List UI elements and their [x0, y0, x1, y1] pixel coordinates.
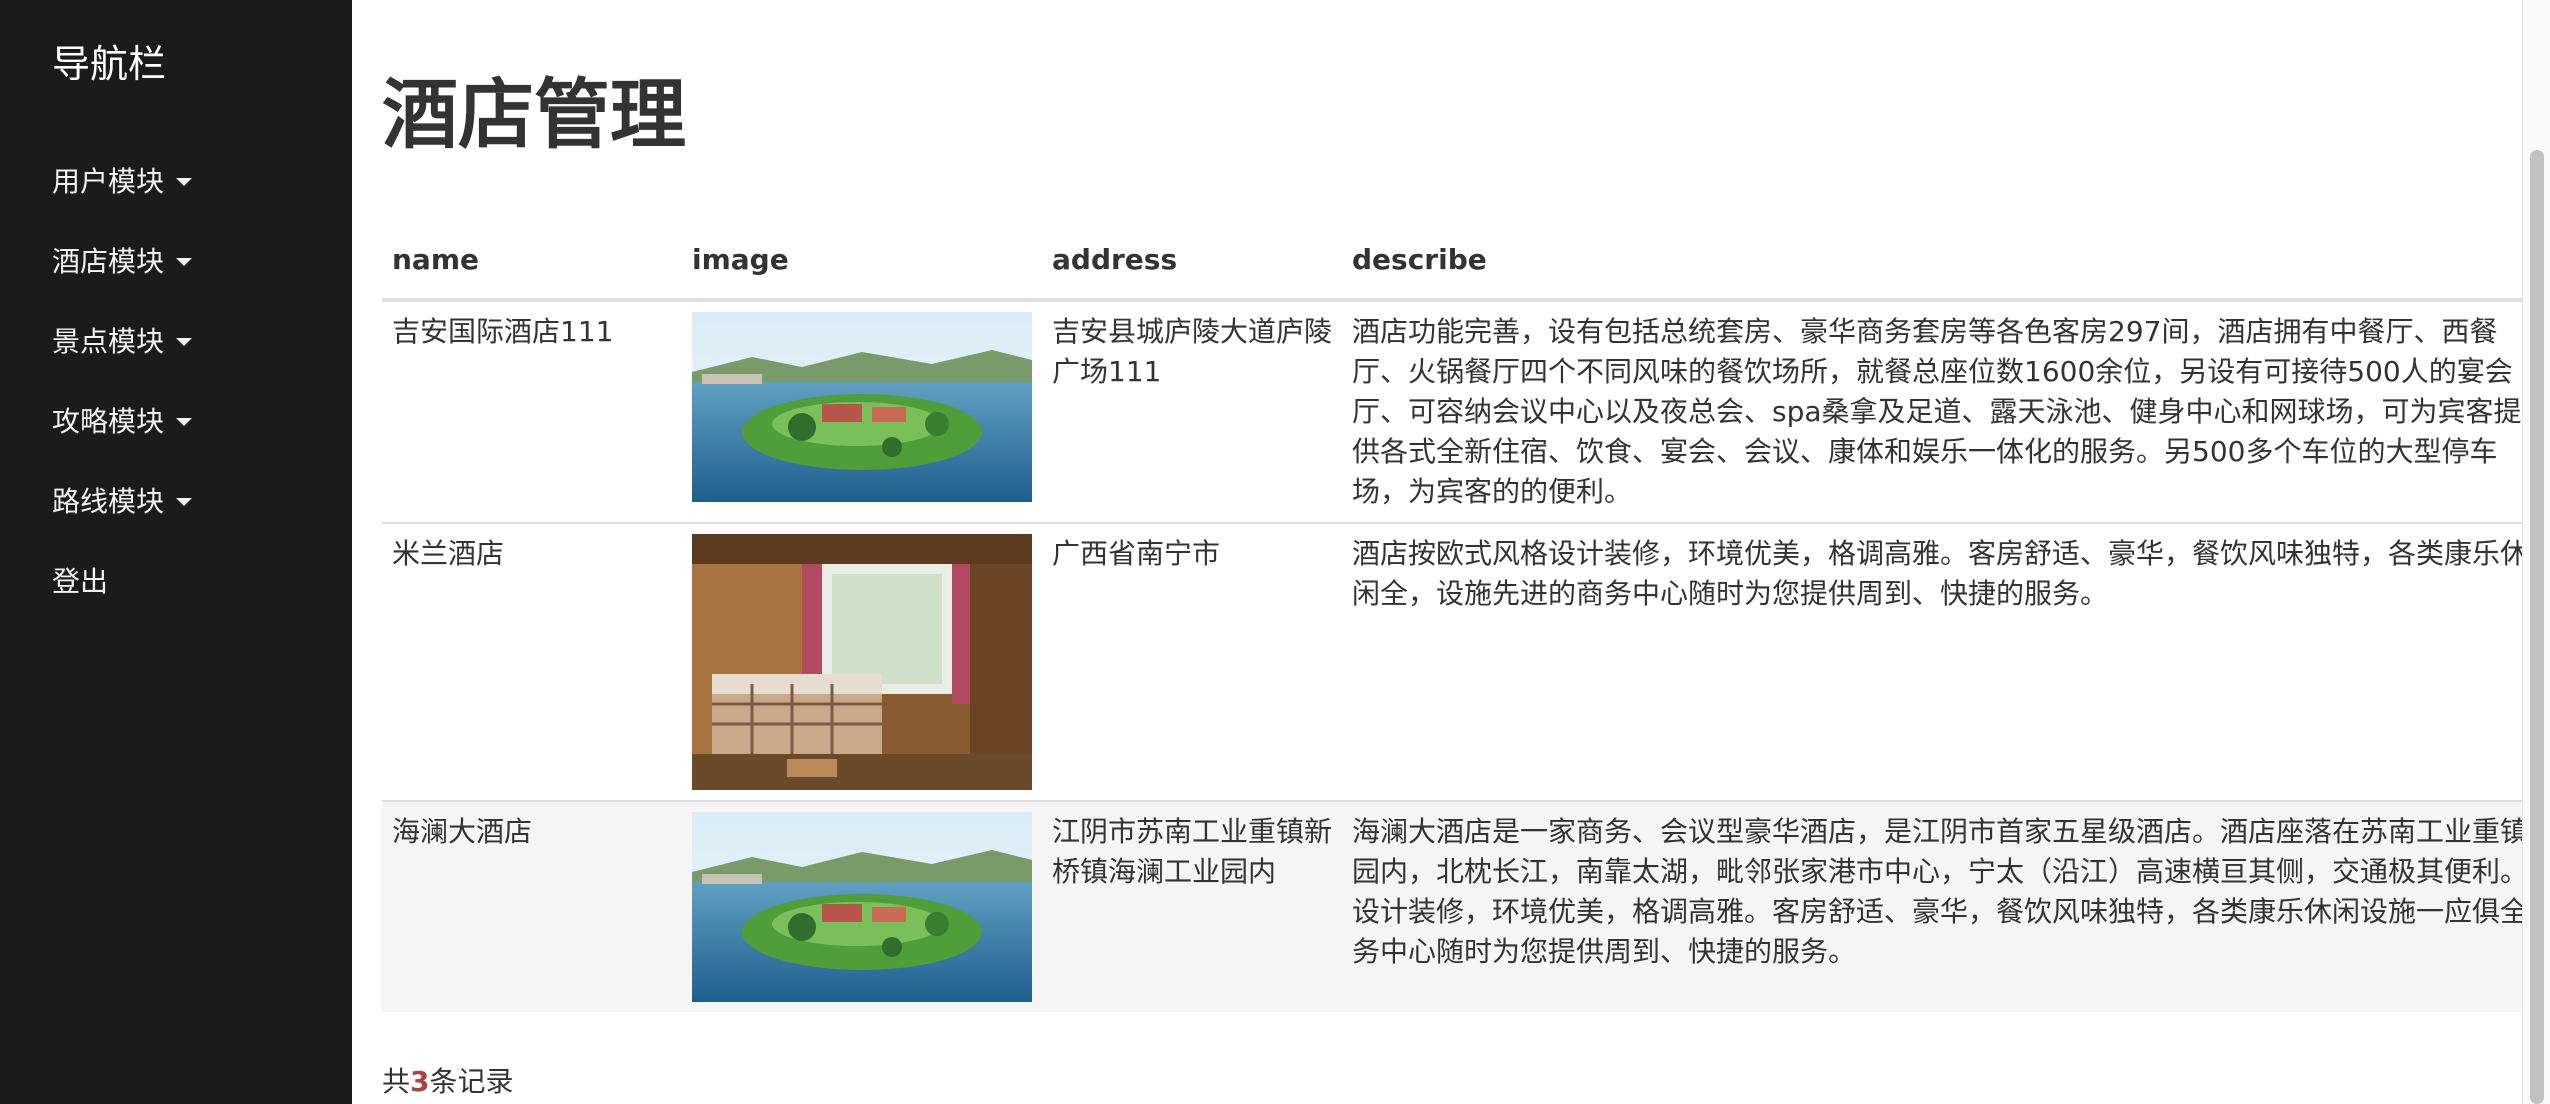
caret-down-icon — [176, 498, 193, 506]
column-header-address: address — [1042, 220, 1342, 302]
vertical-scrollbar[interactable] — [2522, 0, 2550, 1104]
hotel-name: 海澜大酒店 — [382, 800, 682, 1012]
record-count-prefix: 共 — [382, 1065, 411, 1098]
hotel-name: 米兰酒店 — [382, 522, 682, 801]
hotel-bedroom-image — [692, 534, 1032, 790]
record-count-number: 3 — [410, 1065, 430, 1098]
table-row: 米兰酒店 广西省南宁市 酒店按欧式风格设计装修，环境优美，格调高雅。客房舒适、豪… — [382, 522, 2522, 801]
column-header-image: image — [682, 220, 1042, 302]
sidebar-item-label: 酒店模块 — [52, 245, 165, 278]
column-header-name: name — [382, 220, 682, 302]
image-cell — [682, 522, 1042, 801]
sidebar-item-guide-module[interactable]: 攻略模块 — [0, 380, 352, 460]
sidebar-item-label: 登出 — [52, 565, 109, 598]
sidebar-item-hotel-module[interactable]: 酒店模块 — [0, 220, 352, 300]
sidebar-item-scenic-module[interactable]: 景点模块 — [0, 300, 352, 380]
sidebar-item-logout[interactable]: 登出 — [0, 540, 352, 620]
sidebar-nav: 用户模块 酒店模块 景点模块 攻略模块 路线模块 登出 — [0, 140, 352, 620]
caret-down-icon — [176, 178, 193, 186]
hotel-name: 吉安国际酒店111 — [382, 299, 682, 523]
sidebar-item-label: 景点模块 — [52, 325, 165, 358]
table-header-row: name image address describe — [382, 220, 2522, 302]
main-content: 酒店管理 name image address describe 吉安国际酒店1… — [352, 0, 2522, 1104]
hotel-address: 吉安县城庐陵大道庐陵广场111 — [1042, 299, 1342, 523]
lake-resort-image — [692, 312, 1032, 502]
sidebar: 导航栏 用户模块 酒店模块 景点模块 攻略模块 路线模块 登出 — [0, 0, 352, 1104]
table-row: 海澜大酒店 江阴市苏南工业重镇新桥镇海澜工业园内 海澜大酒店是一家商务、会议型豪… — [382, 800, 2522, 1012]
scrollbar-thumb[interactable] — [2530, 150, 2544, 1104]
sidebar-item-label: 路线模块 — [52, 485, 165, 518]
sidebar-item-user-module[interactable]: 用户模块 — [0, 140, 352, 220]
lake-resort-image — [692, 812, 1032, 1002]
hotel-description: 酒店按欧式风格设计装修，环境优美，格调高雅。客房舒适、豪华，餐饮风味独特，各类康… — [1342, 522, 2522, 801]
record-count: 共3条记录 — [382, 1062, 514, 1102]
caret-down-icon — [176, 338, 193, 346]
sidebar-item-label: 攻略模块 — [52, 405, 165, 438]
page-title: 酒店管理 — [382, 70, 686, 159]
image-cell — [682, 800, 1042, 1012]
record-count-suffix: 条记录 — [429, 1065, 514, 1098]
column-header-describe: describe — [1342, 220, 2522, 302]
hotel-address: 江阴市苏南工业重镇新桥镇海澜工业园内 — [1042, 800, 1342, 1012]
sidebar-item-route-module[interactable]: 路线模块 — [0, 460, 352, 540]
hotel-description: 海澜大酒店是一家商务、会议型豪华酒店，是江阴市首家五星级酒店。酒店座落在苏南工业… — [1342, 800, 2522, 1012]
sidebar-item-label: 用户模块 — [52, 165, 165, 198]
caret-down-icon — [176, 418, 193, 426]
hotel-table: name image address describe 吉安国际酒店111 吉安… — [382, 220, 2522, 1012]
hotel-address: 广西省南宁市 — [1042, 522, 1342, 801]
image-cell — [682, 299, 1042, 523]
sidebar-title: 导航栏 — [52, 42, 167, 86]
hotel-description: 酒店功能完善，设有包括总统套房、豪华商务套房等各色客房297间，酒店拥有中餐厅、… — [1342, 299, 2522, 523]
table-row: 吉安国际酒店111 吉安县城庐陵大道庐陵广场111 酒店功能完善，设有包括总统套… — [382, 299, 2522, 523]
caret-down-icon — [176, 258, 193, 266]
